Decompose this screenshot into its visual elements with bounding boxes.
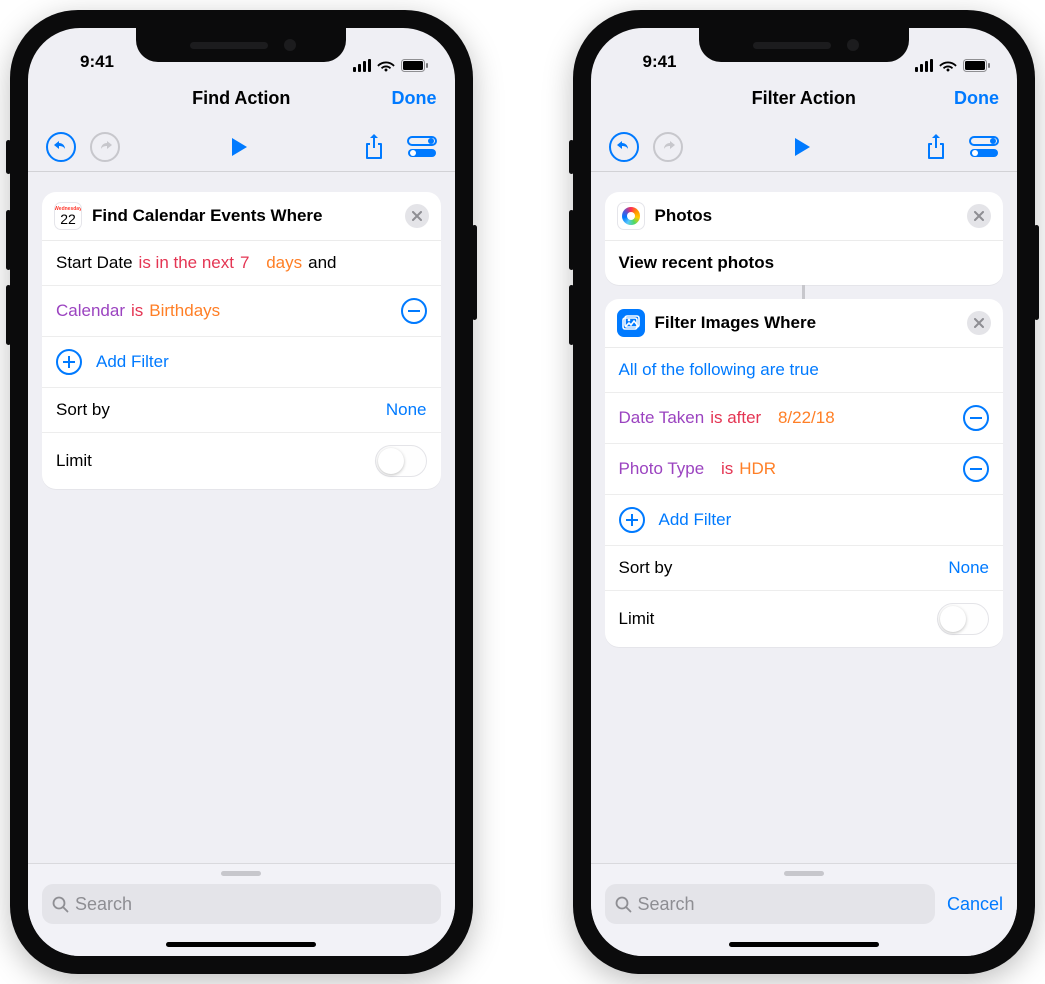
calendar-app-icon: Wednesday 22 xyxy=(54,202,82,230)
grab-handle[interactable] xyxy=(784,871,824,876)
photos-app-icon xyxy=(617,202,645,230)
filter-row-calendar[interactable]: Calendar is Birthdays xyxy=(42,286,441,337)
toolbar xyxy=(591,122,1018,172)
status-time: 9:41 xyxy=(617,52,697,72)
sort-value[interactable]: None xyxy=(948,558,989,578)
wifi-icon xyxy=(939,59,957,72)
card-title: Photos xyxy=(655,206,958,226)
settings-toggle-button[interactable] xyxy=(969,132,999,162)
battery-icon xyxy=(963,59,991,72)
search-input[interactable]: Search xyxy=(42,884,441,924)
add-filter-row[interactable]: Add Filter xyxy=(605,495,1004,546)
sort-by-row[interactable]: Sort by None xyxy=(42,388,441,433)
wifi-icon xyxy=(377,59,395,72)
status-time: 9:41 xyxy=(54,52,134,72)
search-input[interactable]: Search xyxy=(605,884,935,924)
sort-by-row[interactable]: Sort by None xyxy=(605,546,1004,591)
done-button[interactable]: Done xyxy=(392,88,437,109)
card-title: Filter Images Where xyxy=(655,313,958,333)
run-button[interactable] xyxy=(787,132,817,162)
filter-row-photo-type[interactable]: Photo Type is HDR xyxy=(605,444,1004,495)
cancel-button[interactable]: Cancel xyxy=(947,894,1003,915)
notch xyxy=(136,28,346,62)
card-close-button[interactable] xyxy=(967,311,991,335)
card-title: Find Calendar Events Where xyxy=(92,206,395,226)
remove-filter-button[interactable] xyxy=(401,298,427,324)
remove-filter-button[interactable] xyxy=(963,405,989,431)
card-close-button[interactable] xyxy=(967,204,991,228)
home-indicator[interactable] xyxy=(166,942,316,947)
redo-button[interactable] xyxy=(653,132,683,162)
settings-toggle-button[interactable] xyxy=(407,132,437,162)
nav-title: Filter Action xyxy=(752,88,856,109)
search-icon xyxy=(615,896,632,913)
limit-switch[interactable] xyxy=(375,445,427,477)
phone-left: 9:41 Find Action Done xyxy=(10,10,473,974)
nav-bar: Filter Action Done xyxy=(591,74,1018,122)
images-action-icon xyxy=(617,309,645,337)
share-button[interactable] xyxy=(921,132,951,162)
cellular-icon xyxy=(353,59,371,72)
view-recent-photos-row[interactable]: View recent photos xyxy=(605,241,1004,285)
add-filter-row[interactable]: Add Filter xyxy=(42,337,441,388)
sort-value[interactable]: None xyxy=(386,400,427,420)
nav-bar: Find Action Done xyxy=(28,74,455,122)
editor-canvas: Wednesday 22 Find Calendar Events Where … xyxy=(28,172,455,863)
card-close-button[interactable] xyxy=(405,204,429,228)
limit-row: Limit xyxy=(42,433,441,489)
limit-switch[interactable] xyxy=(937,603,989,635)
limit-row: Limit xyxy=(605,591,1004,647)
connector-line xyxy=(605,285,1004,299)
share-button[interactable] xyxy=(359,132,389,162)
undo-button[interactable] xyxy=(46,132,76,162)
all-following-true-row[interactable]: All of the following are true xyxy=(605,348,1004,393)
battery-icon xyxy=(401,59,429,72)
remove-filter-button[interactable] xyxy=(963,456,989,482)
run-button[interactable] xyxy=(224,132,254,162)
undo-button[interactable] xyxy=(609,132,639,162)
filter-images-card: Filter Images Where All of the following… xyxy=(605,299,1004,647)
home-indicator[interactable] xyxy=(729,942,879,947)
plus-icon xyxy=(619,507,645,533)
plus-icon xyxy=(56,349,82,375)
editor-canvas: Photos View recent photos Filter Images … xyxy=(591,172,1018,863)
search-icon xyxy=(52,896,69,913)
nav-title: Find Action xyxy=(192,88,290,109)
cellular-icon xyxy=(915,59,933,72)
done-button[interactable]: Done xyxy=(954,88,999,109)
redo-button[interactable] xyxy=(90,132,120,162)
photos-card: Photos View recent photos xyxy=(605,192,1004,285)
notch xyxy=(699,28,909,62)
phone-right: 9:41 Filter Action Done xyxy=(573,10,1036,974)
filter-row-start-date[interactable]: Start Date is in the next 7 days and xyxy=(42,241,441,286)
toolbar xyxy=(28,122,455,172)
filter-row-date-taken[interactable]: Date Taken is after 8/22/18 xyxy=(605,393,1004,444)
find-calendar-card: Wednesday 22 Find Calendar Events Where … xyxy=(42,192,441,489)
grab-handle[interactable] xyxy=(221,871,261,876)
